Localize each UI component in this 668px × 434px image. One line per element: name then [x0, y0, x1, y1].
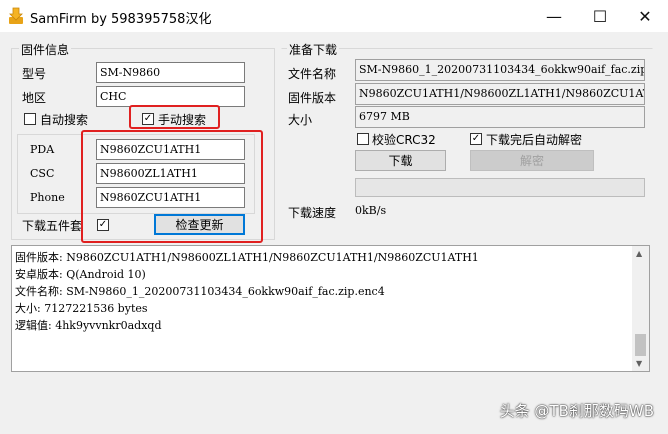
highlight-box-versions	[81, 130, 263, 243]
phone-label: Phone	[30, 191, 65, 204]
auto-decrypt-label[interactable]: 下载完后自动解密	[486, 131, 582, 148]
model-input[interactable]: SM-N9860	[96, 62, 245, 83]
scroll-up-icon[interactable]: ▲	[636, 249, 642, 258]
minimize-icon: —	[546, 6, 562, 26]
log-textarea[interactable]: 固件版本: N9860ZCU1ATH1/N98600ZL1ATH1/N9860Z…	[11, 245, 650, 372]
download-progress-bar	[355, 178, 645, 197]
close-icon: ✕	[638, 6, 652, 26]
filename-label: 文件名称	[288, 67, 337, 81]
pda-label: PDA	[30, 143, 55, 156]
size-field: 6797 MB	[355, 106, 645, 128]
csc-label: CSC	[30, 167, 55, 180]
region-input[interactable]: CHC	[96, 86, 245, 107]
watermark: 头条 @TB刹那数码WB	[499, 402, 654, 420]
minimize-button[interactable]: —	[531, 0, 577, 32]
log-line: 大小: 7127221536 bytes	[15, 302, 148, 315]
filename-field: SM-N9860_1_20200731103434_6okkw90aif_fac…	[355, 59, 645, 81]
download-button[interactable]: 下载	[355, 150, 446, 171]
auto-decrypt-checkbox[interactable]: ✓	[470, 133, 482, 145]
window-title: SamFirm by 598395758汉化	[30, 12, 212, 27]
log-line: 固件版本: N9860ZCU1ATH1/N98600ZL1ATH1/N9860Z…	[15, 251, 479, 264]
fw-version-field: N9860ZCU1ATH1/N98600ZL1ATH1/N9860ZCU1ATH…	[355, 83, 645, 105]
download-five-label: 下载五件套	[22, 219, 83, 233]
speed-label: 下载速度	[288, 206, 337, 220]
log-line: 文件名称: SM-N9860_1_20200731103434_6okkw90a…	[15, 285, 385, 298]
size-label: 大小	[288, 113, 313, 127]
close-button[interactable]: ✕	[622, 0, 668, 32]
log-line: 安卓版本: Q(Android 10)	[15, 268, 146, 281]
title-bar: SamFirm by 598395758汉化 — ☐ ✕	[0, 0, 668, 32]
firmware-info-title: 固件信息	[19, 41, 72, 58]
speed-value: 0kB/s	[355, 204, 387, 217]
crc-checkbox[interactable]	[357, 133, 369, 145]
maximize-button[interactable]: ☐	[577, 0, 623, 32]
highlight-box-manual-search	[129, 105, 220, 129]
log-scrollbar[interactable]: ▲ ▼	[632, 246, 649, 371]
app-download-icon	[9, 7, 23, 24]
model-label: 型号	[22, 67, 47, 81]
prepare-download-title: 准备下载	[287, 41, 340, 58]
log-lines: 固件版本: N9860ZCU1ATH1/N98600ZL1ATH1/N9860Z…	[15, 249, 479, 334]
check-icon: ✓	[471, 133, 481, 144]
crc-label[interactable]: 校验CRC32	[372, 131, 436, 148]
region-label: 地区	[22, 91, 47, 105]
log-line: 逻辑值: 4hk9yvvnkr0adxqd	[15, 319, 162, 332]
auto-search-checkbox[interactable]	[24, 113, 36, 125]
decrypt-button: 解密	[470, 150, 594, 171]
scroll-down-icon[interactable]: ▼	[636, 359, 642, 368]
scroll-thumb[interactable]	[635, 334, 646, 356]
fw-version-label: 固件版本	[288, 91, 337, 105]
maximize-icon: ☐	[592, 6, 608, 26]
auto-search-label[interactable]: 自动搜索	[40, 111, 88, 128]
